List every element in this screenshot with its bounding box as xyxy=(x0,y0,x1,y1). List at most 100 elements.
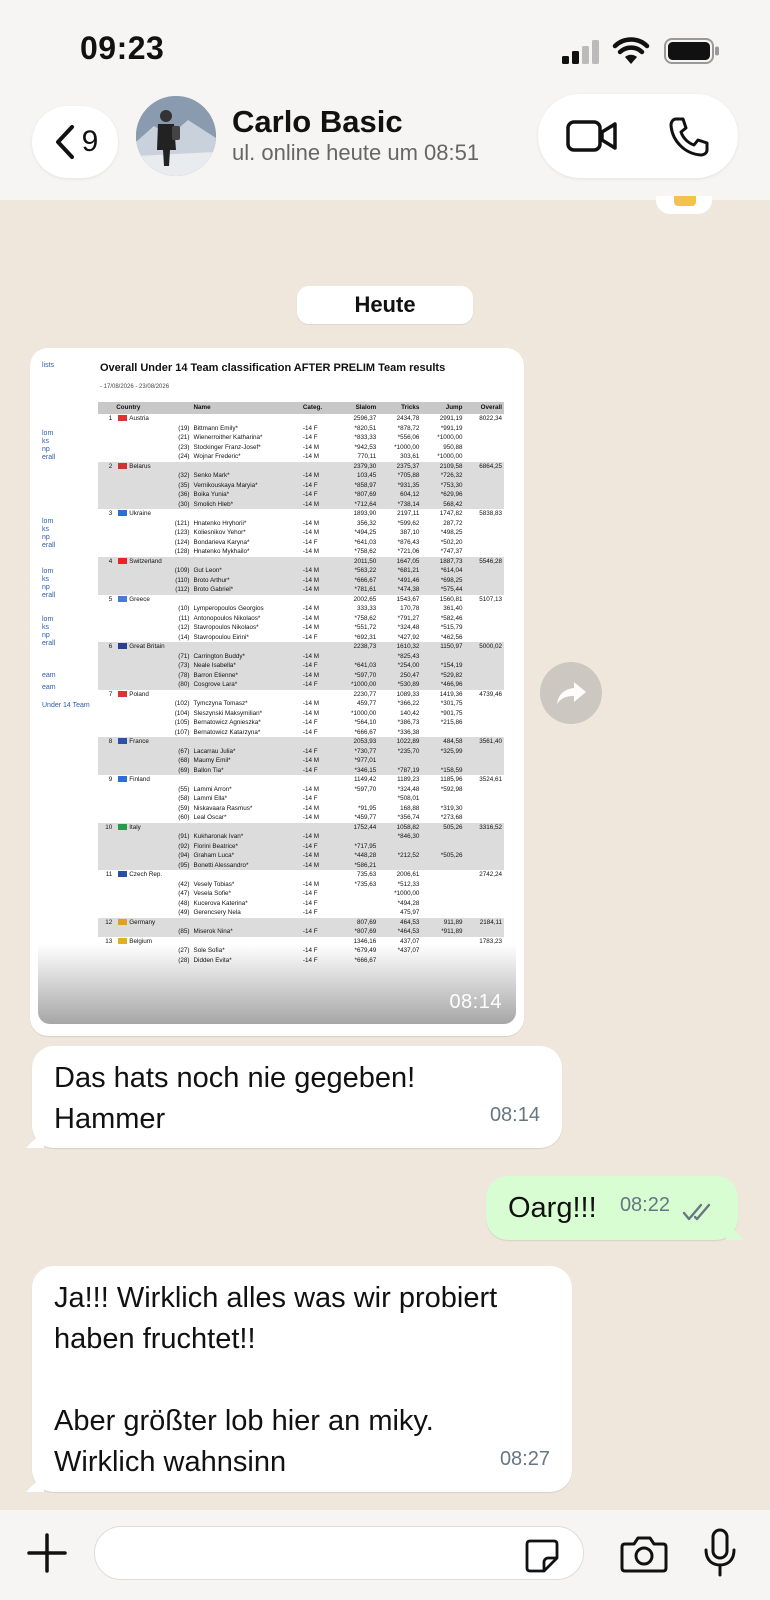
outgoing-message[interactable]: Oarg!!! 08:22 xyxy=(486,1176,744,1240)
column-header xyxy=(98,402,115,414)
team-group: 6 Great Britain 2238,73 1610,32 1150,97 5000,… xyxy=(98,642,504,690)
table-cell: *781,61 xyxy=(335,585,379,595)
table-cell xyxy=(98,442,115,452)
team-country-cell: Switzerland xyxy=(114,556,192,566)
table-cell xyxy=(464,832,504,842)
table-cell xyxy=(98,452,115,462)
table-cell xyxy=(191,689,301,699)
athlete-row: (24) Wojnar Frederic* -14 M 770,11 303,61 *10… xyxy=(98,452,504,462)
forward-button[interactable] xyxy=(540,662,602,724)
table-cell: Miserok Nina* xyxy=(191,927,301,937)
voice-call-icon[interactable] xyxy=(668,116,710,158)
table-cell: 1560,81 xyxy=(421,594,465,604)
table-cell: Bonetti Alessandro* xyxy=(191,860,301,870)
flag-icon xyxy=(118,462,128,469)
table-cell: 333,33 xyxy=(335,604,379,614)
table-cell: (60) xyxy=(114,813,192,823)
sidebar-link: erall xyxy=(42,454,56,461)
flag-icon xyxy=(118,415,128,422)
team-country-cell: Greece xyxy=(114,594,192,604)
camera-icon[interactable] xyxy=(620,1534,668,1574)
table-cell: 735,63 xyxy=(335,870,379,880)
team-country-cell: Italy xyxy=(114,822,192,832)
table-cell: (112) xyxy=(114,585,192,595)
table-cell: *158,59 xyxy=(421,765,465,775)
table-cell: *666,67 xyxy=(335,575,379,585)
contact-avatar[interactable] xyxy=(136,96,216,176)
status-bar: 09:23 xyxy=(0,0,770,90)
sidebar-link: eam xyxy=(42,684,56,691)
table-cell: Niskavaara Rasmus* xyxy=(191,803,301,813)
table-cell xyxy=(300,775,336,785)
flag-icon xyxy=(118,937,128,944)
back-button[interactable]: 9 xyxy=(32,106,118,178)
table-cell xyxy=(98,433,115,443)
team-country: Greece xyxy=(129,595,150,603)
message-input[interactable] xyxy=(94,1526,584,1580)
table-cell xyxy=(464,803,504,813)
call-actions xyxy=(538,94,738,178)
team-group: 3 Ukraine 1893,90 2197,11 1747,82 5838,83 (121… xyxy=(98,509,504,557)
team-country-cell: Great Britain xyxy=(114,642,192,652)
table-cell: *876,43 xyxy=(378,537,422,547)
incoming-message[interactable]: Das hats noch nie gegeben! Hammer 08:14 xyxy=(26,1046,562,1148)
sidebar-link: lists xyxy=(42,362,55,369)
table-cell: *758,62 xyxy=(335,613,379,623)
table-cell: *629,96 xyxy=(421,490,465,500)
sticker-icon[interactable] xyxy=(524,1538,560,1574)
table-cell: *592,98 xyxy=(421,784,465,794)
table-cell: *586,21 xyxy=(335,860,379,870)
table-cell: -14 M xyxy=(300,613,336,623)
table-cell xyxy=(421,898,465,908)
athlete-row: (104) Sleszynski Maksymilian* -14 M *1000,0… xyxy=(98,708,504,718)
athlete-row: (121) Hnatenko Hryhorii* -14 M 356,32 *599,6… xyxy=(98,518,504,528)
plus-icon[interactable] xyxy=(26,1532,68,1574)
table-cell: *324,48 xyxy=(378,784,422,794)
table-cell xyxy=(464,471,504,481)
table-cell xyxy=(98,727,115,737)
table-cell: *494,25 xyxy=(335,528,379,538)
results-screenshot: lists lom ks np erall lom ks np erall lom ks np eral… xyxy=(38,354,516,1024)
team-country-cell: Czech Rep. xyxy=(114,870,192,880)
athlete-row: (85) Miserok Nina* -14 F *807,69 *464,53 *911… xyxy=(98,927,504,937)
table-cell xyxy=(464,518,504,528)
flag-icon xyxy=(118,690,128,697)
doc-dates: - 17/08/2026 - 23/08/2026 xyxy=(100,384,170,390)
table-cell: 2375,37 xyxy=(378,461,422,471)
table-cell xyxy=(378,841,422,851)
table-cell: 1887,73 xyxy=(421,556,465,566)
table-cell: (80) xyxy=(114,680,192,690)
sidebar-link: np xyxy=(42,584,50,591)
athlete-row: (95) Bonetti Alessandro* -14 M *586,21 xyxy=(98,860,504,870)
table-cell xyxy=(464,651,504,661)
team-country: Ukraine xyxy=(129,510,151,517)
table-cell: -14 M xyxy=(300,452,336,462)
column-header: Jump xyxy=(421,402,465,414)
table-cell: 2053,93 xyxy=(335,737,379,747)
video-call-icon[interactable] xyxy=(566,116,618,156)
table-cell: (69) xyxy=(114,765,192,775)
table-cell xyxy=(421,870,465,880)
table-cell xyxy=(191,556,301,566)
team-row: 2 Belarus 2379,30 2375,37 2109,58 6864,25 xyxy=(98,461,504,471)
table-cell: *254,00 xyxy=(378,661,422,671)
incoming-message[interactable]: Ja!!! Wirklich alles was wir probiert ha… xyxy=(26,1266,572,1492)
athlete-row: (68) Maumy Emil* -14 M *977,01 xyxy=(98,756,504,766)
table-cell: -14 M xyxy=(300,651,336,661)
team-country: Poland xyxy=(129,690,149,698)
team-group: 2 Belarus 2379,30 2375,37 2109,58 6864,25 (32)… xyxy=(98,461,504,509)
image-message[interactable]: lists lom ks np erall lom ks np erall lom ks np eral… xyxy=(30,348,524,1036)
table-cell: -14 M xyxy=(300,528,336,538)
table-cell: *91,95 xyxy=(335,803,379,813)
table-cell: -14 F xyxy=(300,889,336,899)
microphone-icon[interactable] xyxy=(702,1528,738,1578)
table-cell: -14 F xyxy=(300,927,336,937)
table-cell xyxy=(98,784,115,794)
table-cell: 1089,33 xyxy=(378,689,422,699)
table-cell: *614,04 xyxy=(421,566,465,576)
contact-name[interactable]: Carlo Basic xyxy=(232,104,403,140)
table-cell xyxy=(98,528,115,538)
table-cell: *825,43 xyxy=(378,651,422,661)
table-cell: 1647,05 xyxy=(378,556,422,566)
message-time: 08:14 xyxy=(449,991,502,1013)
